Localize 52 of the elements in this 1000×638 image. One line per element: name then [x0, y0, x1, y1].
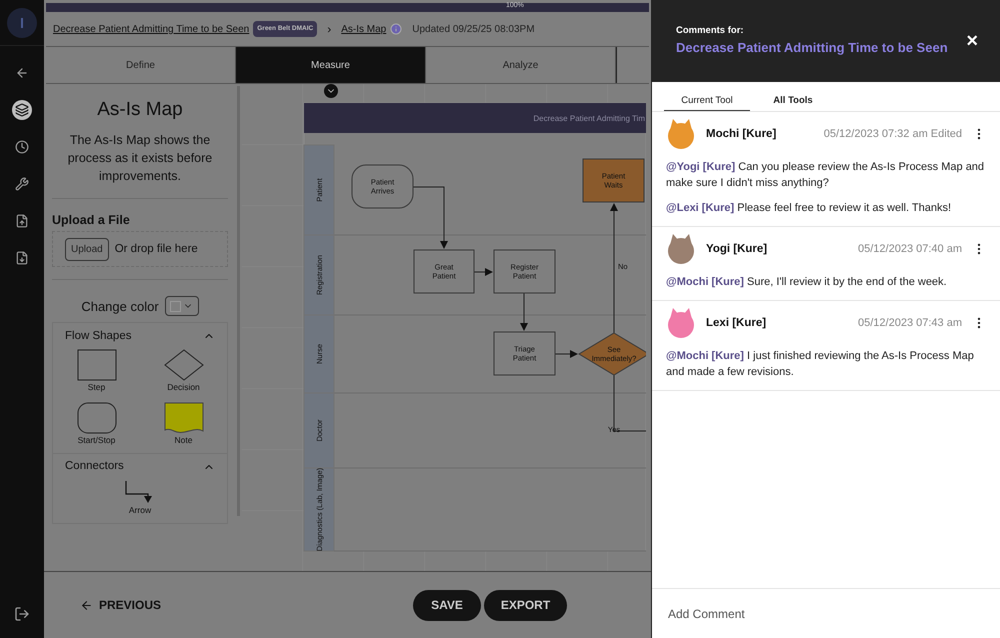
drop-hint: Or drop file here: [114, 242, 198, 257]
breadcrumb-separator: ›: [327, 21, 332, 38]
shape-label: Decision: [167, 381, 200, 394]
project-link[interactable]: Decrease Patient Admitting Time to be Seen: [53, 22, 250, 36]
step-tab[interactable]: Measure: [236, 47, 426, 83]
step-tab[interactable]: Analyze: [426, 47, 616, 83]
export-button[interactable]: EXPORT: [484, 590, 567, 620]
panel-title: As-Is Map: [96, 98, 184, 122]
upload-heading: Upload a File: [52, 212, 131, 229]
comment-timestamp: 05/12/2023 07:43 am: [858, 316, 962, 331]
section-header[interactable]: Flow Shapes: [53, 323, 227, 350]
comment-author: Lexi [Kure]: [706, 316, 766, 331]
comment-input[interactable]: Add Comment: [652, 588, 1000, 638]
connector-arrow: [474, 268, 493, 276]
start-stop-shape-icon[interactable]: [76, 402, 116, 434]
comments-tab[interactable]: All Tools: [750, 94, 836, 112]
note-shape-icon[interactable]: [164, 402, 204, 434]
shape-label: Arrow: [128, 504, 152, 516]
close-button[interactable]: ×: [966, 31, 978, 51]
comments-heading: Comments for:: [676, 24, 745, 38]
updated-timestamp: Updated 09/25/25 08:03PM: [412, 22, 535, 36]
user-avatar[interactable]: [7, 8, 37, 38]
comment-author: Yogi [Kure]: [706, 242, 768, 257]
comment-text: @Mochi [Kure] I just finished reviewing the As-Is Process Map and made a few revisions.: [666, 349, 975, 380]
comment-author: Mochi [Kure]: [706, 126, 776, 142]
save-button[interactable]: SAVE: [413, 590, 481, 620]
connector-arrow: [554, 350, 578, 358]
connector-arrow: [412, 186, 448, 249]
section-header[interactable]: Connectors: [53, 454, 227, 480]
arrow-left-icon[interactable]: [80, 598, 93, 612]
shape-label: Step: [88, 381, 106, 394]
comment-timestamp: 05/12/2023 07:40 am: [858, 242, 962, 257]
file-drop-zone[interactable]: Upload Or drop file here: [52, 231, 228, 268]
comments-project-title: Decrease Patient Admitting Time to be Seen: [676, 39, 949, 58]
panel-description: The As-Is Map shows the process as it exists before improvements.: [66, 132, 214, 184]
change-color-label: Change color: [81, 298, 159, 316]
upload-button[interactable]: Upload: [65, 238, 109, 261]
shape-label: Note: [174, 434, 192, 447]
decision-shape-icon[interactable]: [164, 349, 204, 382]
diagram-title: Decrease Patient Admitting Tim: [533, 114, 645, 123]
comment-text: @Lexi [Kure] Please feel free to review it as well. Thanks!: [666, 201, 952, 216]
comment-text: @Yogi [Kure] Can you please review the As-Is Process Map and make sure I didn't miss anything?: [666, 160, 986, 192]
color-picker[interactable]: [164, 296, 199, 316]
comments-tab[interactable]: Current Tool: [664, 94, 750, 112]
tool-link[interactable]: As-Is Map: [341, 22, 386, 36]
step-shape-icon[interactable]: [76, 349, 116, 382]
comment-text: @Mochi [Kure] Sure, I'll review it by the end of the week.: [666, 275, 948, 290]
shape-label: Start/Stop: [78, 434, 116, 447]
exit-icon[interactable]: [14, 606, 30, 622]
connector-arrow: [520, 292, 528, 331]
previous-button[interactable]: PREVIOUS: [80, 596, 162, 614]
comment-timestamp: 05/12/2023 07:32 am Edited: [824, 127, 962, 142]
